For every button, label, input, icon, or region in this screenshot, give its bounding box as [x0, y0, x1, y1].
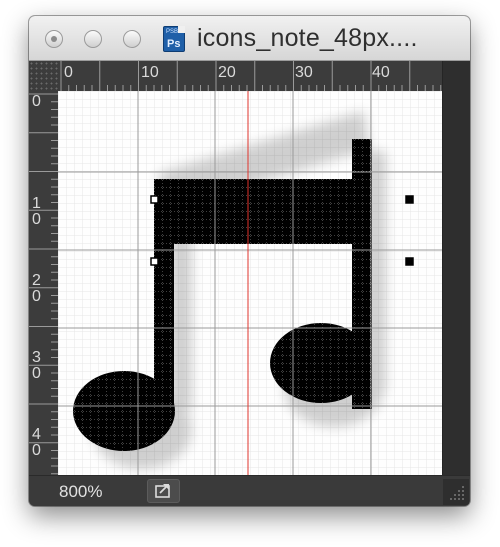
- file-type-label: Ps: [167, 38, 181, 50]
- ruler-label-30: 30: [295, 64, 313, 81]
- document-canvas[interactable]: [58, 91, 442, 475]
- anchor-point[interactable]: [150, 257, 159, 266]
- ruler-label-40: 40: [372, 64, 390, 81]
- zoom-level[interactable]: 800%: [59, 482, 102, 502]
- resize-grip-icon: [450, 486, 464, 500]
- share-icon: [155, 484, 170, 498]
- share-button[interactable]: [147, 479, 180, 503]
- anchor-point[interactable]: [405, 257, 414, 266]
- title-bar[interactable]: PSB Ps icons_note_48px....: [29, 16, 470, 61]
- minimize-button[interactable]: [84, 30, 102, 48]
- ruler-label-v20-b: 0: [32, 288, 41, 305]
- ruler-label-20: 20: [218, 64, 236, 81]
- anchor-point[interactable]: [405, 195, 414, 204]
- ruler-label-v10-a: 1: [32, 195, 41, 212]
- ruler-label-v30-b: 0: [32, 365, 41, 382]
- close-button[interactable]: [45, 30, 63, 48]
- vertical-ruler[interactable]: 0 1 0 2 0 3 0 4 0: [29, 91, 58, 475]
- status-bar: 800%: [29, 475, 470, 506]
- ruler-label-v10-b: 0: [32, 211, 41, 228]
- ruler-label-0: 0: [64, 64, 73, 81]
- horizontal-ruler[interactable]: 0 10 20 30 40: [58, 61, 442, 91]
- anchor-point[interactable]: [150, 195, 159, 204]
- ruler-label-10: 10: [141, 64, 159, 81]
- vertical-scrollbar[interactable]: [442, 61, 470, 475]
- photoshop-document-window: PSB Ps icons_note_48px.... 0 10 20 30 40…: [29, 16, 470, 506]
- ruler-origin[interactable]: [29, 61, 58, 91]
- file-type-tag: PSB: [166, 29, 179, 35]
- ruler-label-v0: 0: [32, 93, 41, 110]
- ruler-label-v40-a: 4: [32, 426, 41, 443]
- photoshop-file-icon: PSB Ps: [163, 26, 185, 52]
- ruler-label-v30-a: 3: [32, 349, 41, 366]
- ruler-label-v20-a: 2: [32, 272, 41, 289]
- file-fold: [178, 26, 185, 33]
- zoom-button[interactable]: [123, 30, 141, 48]
- document-title: icons_note_48px....: [197, 24, 418, 52]
- resize-grip[interactable]: [443, 479, 469, 505]
- pixel-grid-canvas: [58, 91, 442, 475]
- ruler-label-v40-b: 0: [32, 442, 41, 459]
